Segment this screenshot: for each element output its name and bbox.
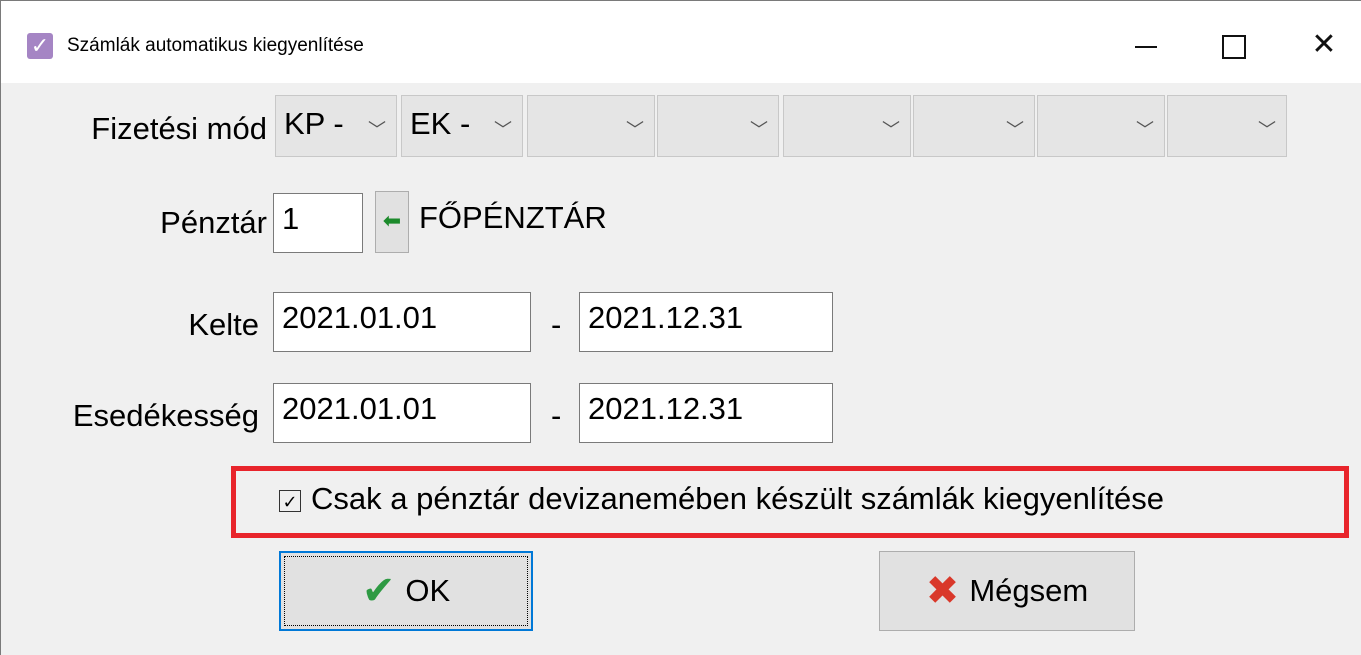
payment-mode-combo-7[interactable]: ﹀ — [1037, 95, 1165, 157]
cashbox-label: Pénztár — [160, 205, 267, 240]
close-button[interactable]: ✕ — [1301, 23, 1347, 67]
cashbox-lookup-button[interactable]: ⬅ — [375, 191, 409, 253]
payment-mode-combo-1[interactable]: KP - ﹀ — [275, 95, 397, 157]
maximize-icon — [1222, 35, 1246, 60]
due-date-from-input[interactable]: 2021.01.01 — [273, 383, 531, 443]
currency-only-checkbox-label: Csak a pénztár devizanemében készült szá… — [311, 481, 1164, 516]
range-separator: - — [551, 398, 562, 433]
payment-mode-combo-2[interactable]: EK - ﹀ — [401, 95, 523, 157]
payment-mode-value-1: KP - — [284, 106, 344, 141]
arrow-left-icon: ⬅ — [382, 208, 402, 233]
chevron-down-icon: ﹀ — [626, 120, 644, 140]
chevron-down-icon: ﹀ — [1258, 120, 1276, 140]
payment-mode-value-2: EK - — [410, 106, 471, 141]
ok-button[interactable]: ✔ OK — [279, 551, 533, 631]
minimize-button[interactable] — [1123, 23, 1169, 67]
title-bar: ✓ Számlák automatikus kiegyenlítése ✕ — [1, 1, 1361, 83]
payment-mode-combo-8[interactable]: ﹀ — [1167, 95, 1287, 157]
cancel-button-label: Mégsem — [969, 573, 1089, 608]
minimize-icon — [1135, 46, 1157, 49]
chevron-down-icon: ﹀ — [750, 120, 768, 140]
ok-button-label: OK — [405, 573, 451, 608]
range-separator: - — [551, 307, 562, 342]
maximize-button[interactable] — [1211, 23, 1257, 67]
due-date-label: Esedékesség — [72, 398, 259, 433]
dialog-window: ✓ Számlák automatikus kiegyenlítése ✕ Fi… — [0, 0, 1361, 655]
payment-mode-combo-5[interactable]: ﹀ — [783, 95, 911, 157]
issue-date-label: Kelte — [188, 307, 259, 342]
chevron-down-icon: ﹀ — [1136, 120, 1154, 140]
chevron-down-icon: ﹀ — [882, 120, 900, 140]
cancel-button[interactable]: ✖ Mégsem — [879, 551, 1135, 631]
x-icon: ✖ — [925, 569, 960, 613]
cashbox-code-input[interactable]: 1 — [273, 193, 363, 253]
app-check-icon: ✓ — [27, 33, 53, 59]
due-date-to-input[interactable]: 2021.12.31 — [579, 383, 833, 443]
checkbox-checked-icon[interactable]: ✓ — [279, 489, 301, 512]
issue-date-from-input[interactable]: 2021.01.01 — [273, 292, 531, 352]
payment-mode-label: Fizetési mód — [91, 111, 267, 146]
window-title: Számlák automatikus kiegyenlítése — [67, 35, 364, 56]
chevron-down-icon: ﹀ — [368, 120, 386, 140]
issue-date-to-input[interactable]: 2021.12.31 — [579, 292, 833, 352]
payment-mode-combo-6[interactable]: ﹀ — [913, 95, 1035, 157]
chevron-down-icon: ﹀ — [494, 120, 512, 140]
payment-mode-combo-3[interactable]: ﹀ — [527, 95, 655, 157]
cashbox-name: FŐPÉNZTÁR — [419, 200, 607, 235]
payment-mode-combo-4[interactable]: ﹀ — [657, 95, 779, 157]
chevron-down-icon: ﹀ — [1006, 120, 1024, 140]
close-icon: ✕ — [1311, 28, 1337, 61]
currency-only-checkbox[interactable]: ✓ Csak a pénztár devizanemében készült sz… — [279, 481, 1164, 517]
